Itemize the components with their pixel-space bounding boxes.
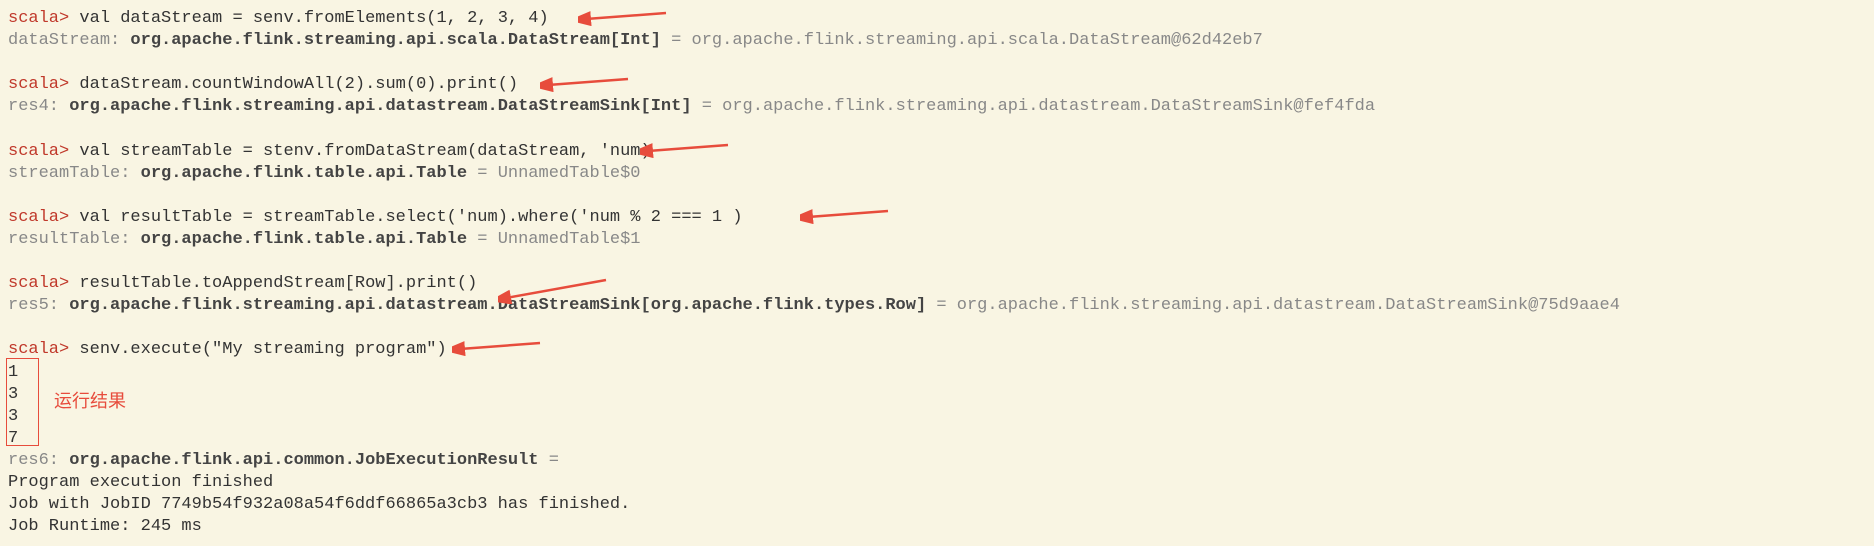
program-output: 3 [8, 385, 18, 404]
blank-line [8, 185, 1866, 207]
output-line: resultTable: org.apache.flink.table.api.… [8, 229, 1866, 251]
command-text: val dataStream = senv.fromElements(1, 2,… [69, 9, 548, 28]
output-line: 1 [8, 362, 1866, 384]
value-text: org.apache.flink.streaming.api.datastrea… [957, 296, 1620, 315]
exec-text: Program execution finished [8, 473, 273, 492]
scala-prompt: scala> [8, 274, 69, 293]
equals-text: = [539, 451, 559, 470]
blank-line [8, 317, 1866, 339]
value-text: UnnamedTable$0 [498, 164, 641, 183]
var-name: res4: [8, 97, 69, 116]
code-line: scala> resultTable.toAppendStream[Row].p… [8, 273, 1866, 295]
output-line: Job Runtime: 245 ms [8, 516, 1866, 538]
blank-line [8, 251, 1866, 273]
command-text: dataStream.countWindowAll(2).sum(0).prin… [69, 75, 518, 94]
output-line: 3 [8, 406, 1866, 428]
equals-text: = [467, 230, 498, 249]
scala-prompt: scala> [8, 9, 69, 28]
blank-line [8, 118, 1866, 140]
code-line: scala> senv.execute("My streaming progra… [8, 339, 1866, 361]
exec-text: Job Runtime: 245 ms [8, 517, 202, 536]
output-line: Job with JobID 7749b54f932a08a54f6ddf668… [8, 494, 1866, 516]
equals-text: = [467, 164, 498, 183]
equals-text: = [926, 296, 957, 315]
scala-prompt: scala> [8, 142, 69, 161]
scala-prompt: scala> [8, 208, 69, 227]
output-line: dataStream: org.apache.flink.streaming.a… [8, 30, 1866, 52]
equals-text: = [661, 31, 692, 50]
annotation-arrow-icon [452, 336, 542, 358]
var-name: streamTable: [8, 164, 141, 183]
command-text: resultTable.toAppendStream[Row].print() [69, 274, 477, 293]
code-line: scala> val resultTable = streamTable.sel… [8, 207, 1866, 229]
output-line: 7 [8, 428, 1866, 450]
output-line: res4: org.apache.flink.streaming.api.dat… [8, 96, 1866, 118]
exec-text: Job with JobID 7749b54f932a08a54f6ddf668… [8, 495, 630, 514]
type-text: org.apache.flink.table.api.Table [141, 164, 467, 183]
code-line: scala> val streamTable = stenv.fromDataS… [8, 141, 1866, 163]
value-text: UnnamedTable$1 [498, 230, 641, 249]
command-text: senv.execute("My streaming program") [69, 340, 446, 359]
type-text: org.apache.flink.streaming.api.scala.Dat… [130, 31, 661, 50]
output-line: res6: org.apache.flink.api.common.JobExe… [8, 450, 1866, 472]
program-output: 7 [8, 429, 18, 448]
equals-text: = [692, 97, 723, 116]
result-label-annotation: 运行结果 [54, 390, 126, 413]
type-text: org.apache.flink.api.common.JobExecution… [69, 451, 538, 470]
code-line: scala> dataStream.countWindowAll(2).sum(… [8, 74, 1866, 96]
blank-line [8, 52, 1866, 74]
var-name: res6: [8, 451, 69, 470]
annotation-arrow-icon [640, 138, 730, 160]
scala-prompt: scala> [8, 75, 69, 94]
command-text: val streamTable = stenv.fromDataStream(d… [69, 142, 651, 161]
annotation-arrow-icon [540, 72, 630, 94]
output-line: res5: org.apache.flink.streaming.api.dat… [8, 295, 1866, 317]
type-text: org.apache.flink.table.api.Table [141, 230, 467, 249]
output-line: streamTable: org.apache.flink.table.api.… [8, 163, 1866, 185]
var-name: dataStream: [8, 31, 130, 50]
annotation-arrow-icon [578, 6, 668, 28]
type-text: org.apache.flink.streaming.api.datastrea… [69, 97, 691, 116]
annotation-arrow-icon [800, 204, 890, 226]
command-text: val resultTable = streamTable.select('nu… [69, 208, 742, 227]
program-output: 3 [8, 407, 18, 426]
var-name: resultTable: [8, 230, 141, 249]
program-output: 1 [8, 363, 18, 382]
code-line: scala> val dataStream = senv.fromElement… [8, 8, 1866, 30]
value-text: org.apache.flink.streaming.api.datastrea… [722, 97, 1375, 116]
output-line: 3 [8, 384, 1866, 406]
output-line: Program execution finished [8, 472, 1866, 494]
annotation-arrow-icon [498, 276, 608, 304]
var-name: res5: [8, 296, 69, 315]
value-text: org.apache.flink.streaming.api.scala.Dat… [692, 31, 1263, 50]
scala-prompt: scala> [8, 340, 69, 359]
